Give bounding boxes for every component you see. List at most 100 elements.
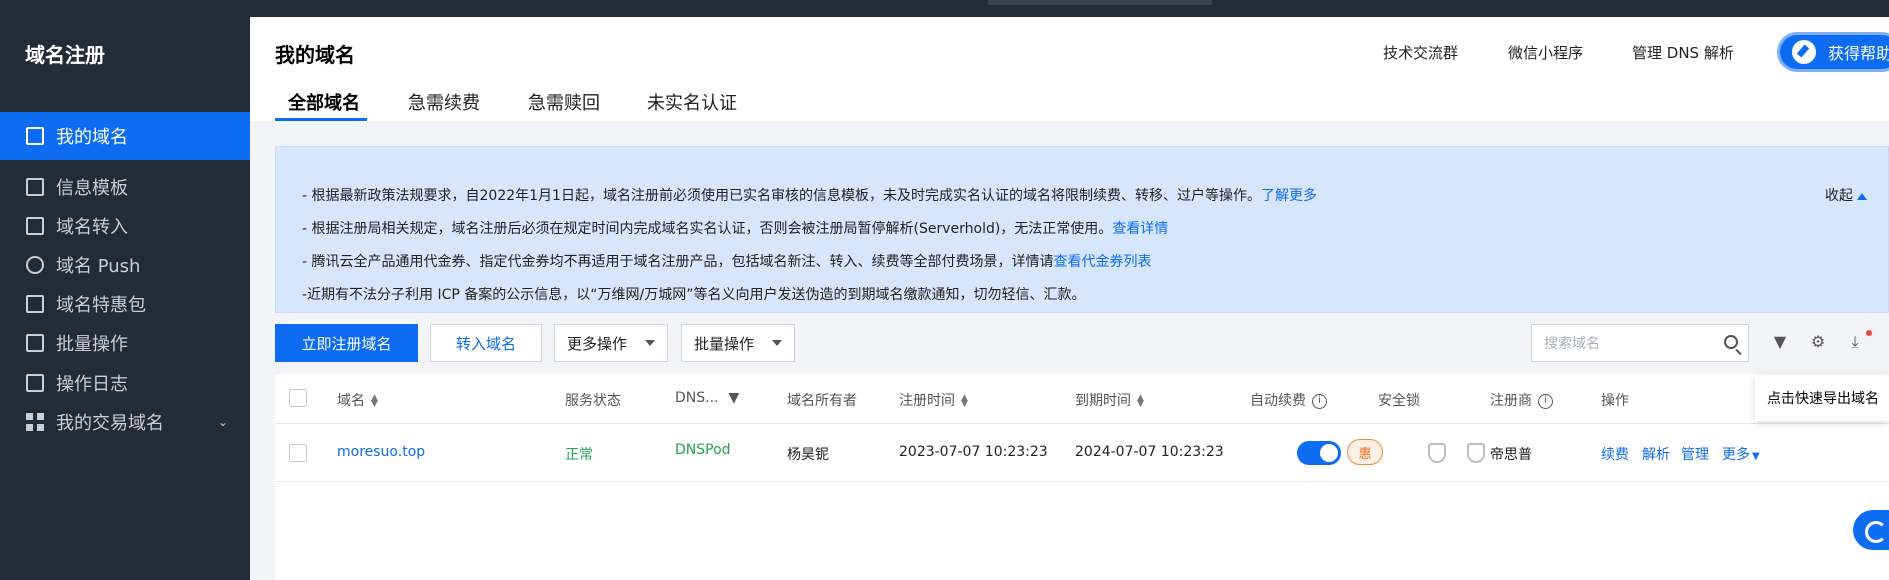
policy-notice: - 根据最新政策法规要求，自2022年1月1日起，域名注册前必须使用已实名审核的… <box>275 146 1889 313</box>
wechat-miniprogram-link[interactable]: 微信小程序 <box>1508 42 1583 63</box>
batch-operations-select[interactable]: 批量操作 <box>681 324 795 362</box>
search-placeholder: 搜索域名 <box>1544 336 1600 352</box>
column-label: 自动续费 <box>1250 393 1306 409</box>
sidebar-item-my-domains[interactable]: 我的域名 <box>0 112 250 160</box>
get-help-button[interactable]: 获得帮助 <box>1777 32 1889 72</box>
registrar-name: 帝思普 <box>1490 447 1532 463</box>
main-content: 我的域名 技术交流群 微信小程序 管理 DNS 解析 获得帮助 全部域名 急需续… <box>250 17 1889 580</box>
select-all-checkbox[interactable] <box>289 389 307 407</box>
get-help-label: 获得帮助 <box>1828 44 1889 63</box>
notice-line: - 根据最新政策法规要求，自2022年1月1日起，域名注册前必须使用已实名审核的… <box>302 185 1317 205</box>
sidebar-item-label: 我的交易域名 <box>56 413 164 434</box>
resolve-link[interactable]: 解析 <box>1642 444 1670 464</box>
column-label: 到期时间 <box>1075 393 1131 409</box>
column-status: 服务状态 <box>565 393 621 409</box>
document-icon <box>26 178 44 196</box>
notice-text: - 根据注册局相关规定，域名注册后必须在规定时间内完成域名实名认证，否则会被注册… <box>302 221 1113 237</box>
column-label: 域名 <box>337 393 365 409</box>
column-registrar: 注册商 i <box>1490 390 1553 410</box>
gear-icon[interactable]: ⚙ <box>1809 333 1827 351</box>
shield-lock-icon[interactable] <box>1467 443 1485 463</box>
filter-icon[interactable]: ▼ <box>729 390 740 406</box>
view-details-link[interactable]: 查看详情 <box>1112 221 1168 237</box>
batch-ops-label: 批量操作 <box>694 334 755 353</box>
sidebar-item-label: 信息模板 <box>56 178 128 199</box>
collapse-notice-button[interactable]: 收起 <box>1825 185 1867 205</box>
filter-icon[interactable]: ▼ <box>1771 333 1789 351</box>
register-domain-button[interactable]: 立即注册域名 <box>275 324 418 362</box>
chevron-down-icon: ⌄ <box>217 415 228 429</box>
transfer-domain-button[interactable]: 转入域名 <box>430 324 542 362</box>
expiration-time: 2024-07-07 10:23:23 <box>1075 444 1224 460</box>
notice-text: - 根据最新政策法规要求，自2022年1月1日起，域名注册前必须使用已实名审核的… <box>302 188 1261 204</box>
manage-dns-link[interactable]: 管理 DNS 解析 <box>1632 42 1734 63</box>
domain-table: 域名 ▲ ▼ 服务状态 DNS... ▼ 域名所有者 注册时间 ▲ ▼ 到期时间 ▲ ▼ 自动… <box>275 374 1889 580</box>
sidebar-item-label: 我的域名 <box>56 127 128 148</box>
column-label: 注册时间 <box>899 393 955 409</box>
auto-renew-toggle[interactable] <box>1297 441 1341 465</box>
sidebar-item-label: 域名 Push <box>56 256 141 277</box>
support-chat-button[interactable] <box>1853 510 1889 550</box>
tech-group-link[interactable]: 技术交流群 <box>1383 42 1458 63</box>
more-actions-dropdown[interactable]: 更多 ▼ <box>1722 444 1760 464</box>
column-exp-time[interactable]: 到期时间 ▲ ▼ <box>1075 390 1144 410</box>
sidebar-item-label: 域名特惠包 <box>56 295 146 316</box>
caret-down-icon <box>772 340 782 346</box>
tab-urgent-redemption[interactable]: 急需赎回 <box>528 89 600 115</box>
gift-icon <box>26 295 44 313</box>
caret-down-icon <box>645 340 655 346</box>
compass-icon <box>1792 40 1816 64</box>
page-title: 我的域名 <box>275 43 355 67</box>
notification-dot <box>1866 330 1872 336</box>
renew-link[interactable]: 续费 <box>1601 444 1629 464</box>
table-row: moresuo.top 正常 DNSPod 杨昊铌 2023-07-07 10:… <box>275 424 1889 482</box>
tab-unverified[interactable]: 未实名认证 <box>647 89 737 115</box>
notice-line: -近期有不法分子利用 ICP 备案的公示信息，以“万维网/万城网”等名义向用户发… <box>302 284 1086 304</box>
caret-down-icon: ▼ <box>1752 451 1760 462</box>
search-icon[interactable] <box>1724 335 1738 349</box>
domain-search-input[interactable]: 搜索域名 <box>1531 324 1749 362</box>
push-icon <box>26 256 44 274</box>
column-lock: 安全锁 <box>1378 393 1420 409</box>
row-checkbox[interactable] <box>289 444 307 462</box>
info-icon[interactable]: i <box>1538 393 1553 409</box>
column-label: 注册商 <box>1490 393 1532 409</box>
top-search-stub[interactable] <box>988 0 1212 5</box>
shield-icon[interactable] <box>1428 443 1446 463</box>
batch-icon <box>26 334 44 352</box>
tab-all-domains[interactable]: 全部域名 <box>288 89 360 115</box>
column-owner: 域名所有者 <box>787 393 857 409</box>
status-badge: 正常 <box>565 447 593 463</box>
sidebar-item-trade-domains[interactable]: 我的交易域名 ⌄ <box>0 398 250 446</box>
sidebar-item-label: 批量操作 <box>56 334 128 355</box>
tab-urgent-renewal[interactable]: 急需续费 <box>408 89 480 115</box>
domain-link[interactable]: moresuo.top <box>337 444 425 460</box>
info-icon[interactable]: i <box>1312 393 1327 409</box>
learn-more-link[interactable]: 了解更多 <box>1261 188 1317 204</box>
download-icon[interactable]: ⤓ <box>1846 333 1864 351</box>
more-operations-select[interactable]: 更多操作 <box>554 324 668 362</box>
owner-name: 杨昊铌 <box>787 447 829 463</box>
sidebar-item-label: 域名转入 <box>56 217 128 238</box>
discount-badge[interactable]: 惠 <box>1347 439 1383 465</box>
column-dns[interactable]: DNS... ▼ <box>675 390 739 406</box>
column-auto-renew: 自动续费 i <box>1250 390 1327 410</box>
collapse-label: 收起 <box>1825 188 1853 204</box>
column-domain[interactable]: 域名 ▲ ▼ <box>337 390 378 410</box>
sort-icon[interactable]: ▲ ▼ <box>1137 394 1144 409</box>
top-navigation-bar <box>0 0 1889 17</box>
registration-time: 2023-07-07 10:23:23 <box>899 444 1048 460</box>
voucher-list-link[interactable]: 查看代金券列表 <box>1054 254 1152 270</box>
transfer-icon <box>26 217 44 235</box>
dns-provider: DNSPod <box>675 442 731 458</box>
column-label: DNS... <box>675 390 719 406</box>
sort-icon[interactable]: ▲ ▼ <box>371 394 378 409</box>
column-reg-time[interactable]: 注册时间 ▲ ▼ <box>899 390 968 410</box>
notice-text: - 腾讯云全产品通用代金券、指定代金券均不再适用于域名注册产品，包括域名新注、转… <box>302 254 1054 270</box>
sidebar-brand: 域名注册 <box>25 43 105 67</box>
sort-icon[interactable]: ▲ ▼ <box>961 394 968 409</box>
caret-up-icon <box>1857 192 1867 200</box>
manage-link[interactable]: 管理 <box>1681 444 1709 464</box>
table-header: 域名 ▲ ▼ 服务状态 DNS... ▼ 域名所有者 注册时间 ▲ ▼ 到期时间 ▲ ▼ 自动… <box>275 374 1889 424</box>
notice-line: - 腾讯云全产品通用代金券、指定代金券均不再适用于域名注册产品，包括域名新注、转… <box>302 251 1152 271</box>
